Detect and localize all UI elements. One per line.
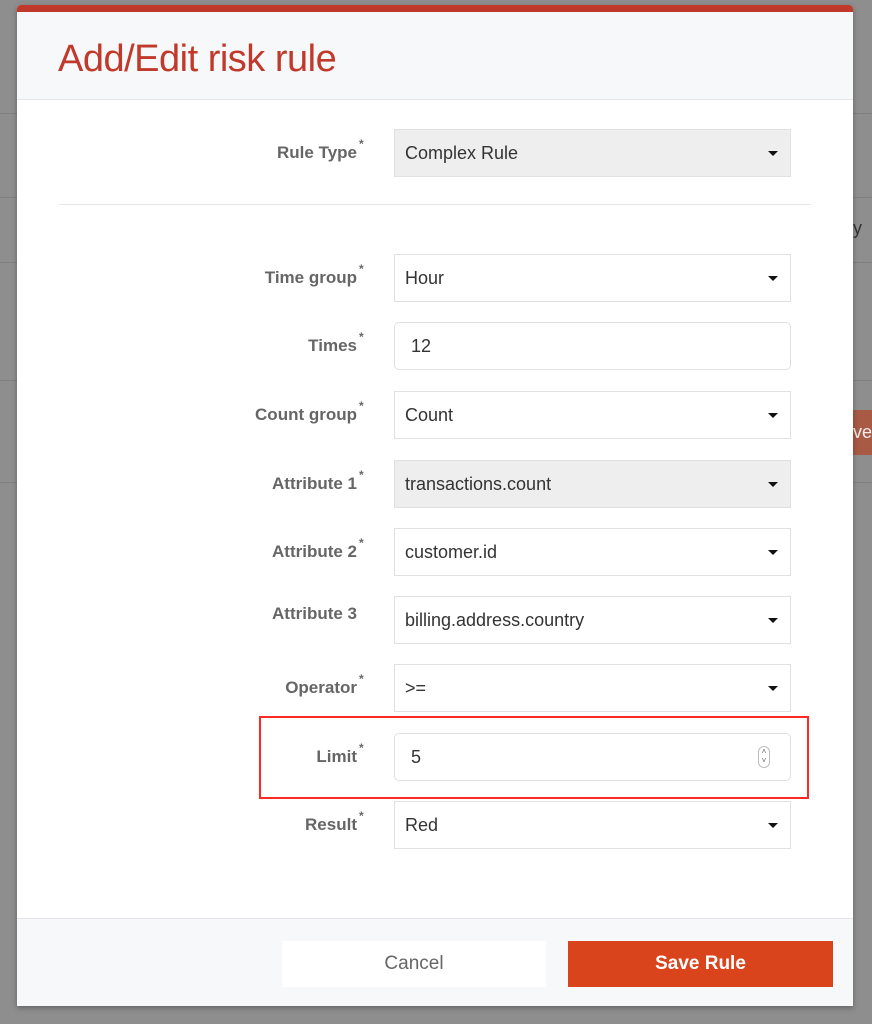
caret-down-icon [768,151,778,156]
required-asterisk: * [359,672,364,686]
section-divider [59,204,811,205]
field-row-operator: Operator * >= [17,664,853,712]
field-row-rule-type: Rule Type * Complex Rule [17,129,853,177]
result-value: Red [405,815,439,835]
required-asterisk: * [359,809,364,823]
modal-accent-bar [17,5,853,12]
rule-type-select[interactable]: Complex Rule [394,129,791,177]
attribute-1-value: transactions.count [405,474,552,494]
times-value: 12 [411,336,432,356]
field-row-times: Times * 12 [17,322,853,370]
field-row-time-group: Time group * Hour [17,254,853,302]
attribute-2-value: customer.id [405,542,498,562]
background-partial-text: y [853,218,862,238]
time-group-label: Time group [264,268,357,287]
times-input[interactable]: 12 [394,322,791,370]
required-asterisk: * [359,330,364,344]
attribute-3-select[interactable]: billing.address.country [394,596,791,644]
time-group-select[interactable]: Hour [394,254,791,302]
operator-select[interactable]: >= [394,664,791,712]
caret-down-icon [768,550,778,555]
attribute-2-label: Attribute 2 [272,542,357,561]
rule-type-value: Complex Rule [405,143,519,163]
caret-down-icon [768,686,778,691]
cancel-button[interactable]: Cancel [282,941,546,987]
required-asterisk: * [359,399,364,413]
count-group-label: Count group [255,405,357,424]
attribute-1-select[interactable]: transactions.count [394,460,791,508]
field-row-attribute-1: Attribute 1 * transactions.count [17,460,853,508]
required-asterisk: * [359,137,364,151]
required-asterisk: * [359,536,364,550]
attribute-3-label: Attribute 3 [272,604,357,623]
caret-down-icon [768,413,778,418]
attribute-2-select[interactable]: customer.id [394,528,791,576]
save-rule-button[interactable]: Save Rule [568,941,833,987]
count-group-select[interactable]: Count [394,391,791,439]
caret-down-icon [768,618,778,623]
required-asterisk: * [359,468,364,482]
time-group-value: Hour [405,268,445,288]
modal-title: Add/Edit risk rule [58,38,337,80]
field-row-result: Result * Red [17,801,853,849]
modal-header: Add/Edit risk rule [17,12,853,100]
limit-highlight-box [259,716,809,799]
risk-rule-modal: Add/Edit risk rule Rule Type * Complex Rul… [17,5,853,1006]
field-row-attribute-2: Attribute 2 * customer.id [17,528,853,576]
attribute-3-value: billing.address.country [405,610,585,630]
required-asterisk: * [359,262,364,276]
result-label: Result [305,815,357,834]
attribute-1-label: Attribute 1 [272,474,357,493]
operator-value: >= [405,678,427,698]
background-partial-button: ve [853,410,872,455]
times-label: Times [308,336,357,355]
result-select[interactable]: Red [394,801,791,849]
field-row-count-group: Count group * Count [17,391,853,439]
caret-down-icon [768,823,778,828]
field-row-attribute-3: Attribute 3 billing.address.country [17,596,853,644]
caret-down-icon [768,482,778,487]
rule-type-label: Rule Type [277,143,357,162]
count-group-value: Count [405,405,454,425]
modal-footer: Cancel Save Rule [17,918,853,1006]
caret-down-icon [768,276,778,281]
operator-label: Operator [285,678,357,697]
